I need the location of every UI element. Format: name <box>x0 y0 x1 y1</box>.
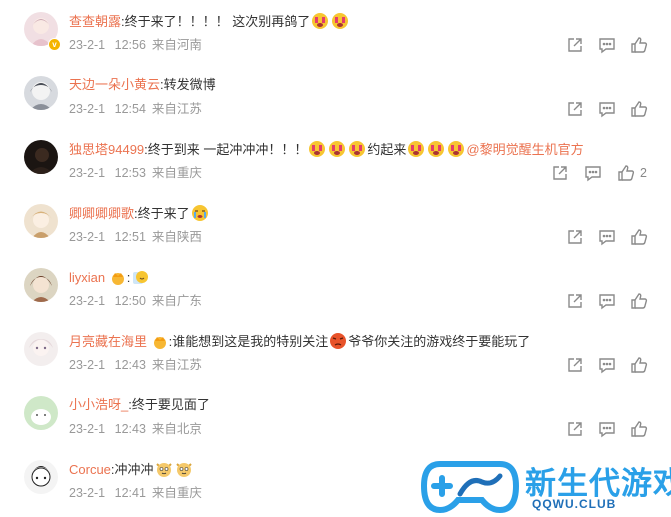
username-link[interactable]: 小小浩呀_ <box>69 397 128 412</box>
comment-content: 独思塔94499:终于到来 一起冲冲冲！！！ 约起来 @黎明觉醒生机官方 <box>69 140 584 163</box>
crying-emoji-icon <box>328 140 346 163</box>
crying-emoji-icon <box>311 12 329 35</box>
comment-icon[interactable] <box>584 164 602 182</box>
crown-badge-icon <box>152 334 168 355</box>
crying-emoji-icon <box>331 12 349 35</box>
username-link[interactable]: 卿卿卿卿歌 <box>69 206 134 221</box>
tears-emoji-icon <box>191 204 209 227</box>
comment-icon[interactable] <box>598 100 616 118</box>
thumbs-up-icon[interactable] <box>630 100 648 118</box>
comment-content: 小小浩呀_:终于要见面了 <box>69 397 210 412</box>
share-icon[interactable] <box>566 356 584 374</box>
comment-row: 卿卿卿卿歌:终于来了 23-2-1 12:51 来自陕西 <box>0 192 671 256</box>
comment-content: Corcue:冲冲冲 <box>69 460 194 483</box>
comment-content: 月亮藏在海里 :谁能想到这是我的特别关注 爷爷你关注的游戏终于要能玩了 <box>69 332 530 355</box>
thumbs-up-icon[interactable] <box>630 356 648 374</box>
comment-text: 爷爷你关注的游戏终于要能玩了 <box>348 334 531 349</box>
share-icon[interactable] <box>566 100 584 118</box>
comment-text: 谁能想到这是我的特别关注 <box>172 334 329 349</box>
avatar[interactable] <box>24 204 58 238</box>
avatar[interactable] <box>24 332 58 366</box>
share-icon[interactable] <box>566 228 584 246</box>
comment-content: 天边一朵小黄云:转发微博 <box>69 77 216 92</box>
comment-row: liyxian : 23-2-1 12:50 来自广东 <box>0 256 671 320</box>
watermark-subtitle: QQWU.CLUB <box>532 497 617 511</box>
comment-text: 终于到来 一起冲冲冲！！！ <box>147 142 308 157</box>
avatar[interactable] <box>24 76 58 110</box>
avatar[interactable] <box>24 140 58 174</box>
avatar[interactable] <box>24 268 58 302</box>
comment-text: 转发微博 <box>163 77 216 92</box>
username-link[interactable]: Corcue <box>69 462 111 477</box>
comment-row: 独思塔94499:终于到来 一起冲冲冲！！！ 约起来 @黎明觉醒生机官方 23-2-… <box>0 128 671 192</box>
thumbs-up-icon[interactable] <box>617 164 635 182</box>
mention-link[interactable]: @黎明觉醒生机官方 <box>466 142 583 157</box>
username-link[interactable]: 月亮藏在海里 <box>69 334 147 349</box>
comment-text: 终于来了！！！！ 这次别再鸽了 <box>124 14 311 29</box>
crying-emoji-icon <box>308 140 326 163</box>
thumbs-up-icon[interactable] <box>630 292 648 310</box>
comment-meta: 23-2-1 12:54 来自江苏 <box>69 102 202 116</box>
comment-meta: 23-2-1 12:43 来自江苏 <box>69 358 202 372</box>
comment-content: 查查朝露:终于来了！！！！ 这次别再鸽了 <box>69 12 350 35</box>
comment-meta: 23-2-1 12:41 来自重庆 <box>69 486 202 500</box>
comment-row: 月亮藏在海里 :谁能想到这是我的特别关注 爷爷你关注的游戏终于要能玩了 23-2-… <box>0 320 671 384</box>
avatar[interactable] <box>24 460 58 494</box>
comment-meta: 23-2-1 12:51 来自陕西 <box>69 230 202 244</box>
verified-badge-icon: v <box>48 38 61 51</box>
comment-text: 约起来 <box>367 142 407 157</box>
share-icon[interactable] <box>566 292 584 310</box>
crying-emoji-icon <box>427 140 445 163</box>
comment-content: liyxian : <box>69 268 150 291</box>
cat-emoji-icon <box>175 460 193 483</box>
crying-emoji-icon <box>447 140 465 163</box>
comment-text: 终于要见面了 <box>131 397 210 412</box>
comment-meta: 23-2-1 12:43 来自北京 <box>69 422 202 436</box>
angry-emoji-icon <box>329 332 347 355</box>
avatar[interactable] <box>24 396 58 430</box>
site-watermark: 新生代游戏 QQWU.CLUB <box>420 456 671 517</box>
comment-icon[interactable] <box>598 420 616 438</box>
share-icon[interactable] <box>551 164 569 182</box>
comment-meta: 23-2-1 12:50 来自广东 <box>69 294 202 308</box>
share-icon[interactable] <box>566 36 584 54</box>
thumbs-up-icon[interactable] <box>630 228 648 246</box>
share-icon[interactable] <box>566 420 584 438</box>
crying-emoji-icon <box>407 140 425 163</box>
comment-row: 天边一朵小黄云:转发微博 23-2-1 12:54 来自江苏 <box>0 64 671 128</box>
thumbs-up-icon[interactable] <box>630 420 648 438</box>
comment-meta: 23-2-1 12:53 来自重庆 <box>69 166 202 180</box>
comment-content: 卿卿卿卿歌:终于来了 <box>69 204 210 227</box>
crown-badge-icon <box>110 270 126 291</box>
username-link[interactable]: 独思塔94499 <box>69 142 144 157</box>
comment-icon[interactable] <box>598 356 616 374</box>
comment-meta: 23-2-1 12:56 来自河南 <box>69 38 202 52</box>
waving-emoji-icon <box>131 268 149 291</box>
crying-emoji-icon <box>348 140 366 163</box>
comment-row: v 查查朝露:终于来了！！！！ 这次别再鸽了 23-2-1 12:56 来自河南 <box>0 0 671 64</box>
comment-icon[interactable] <box>598 228 616 246</box>
comment-text: 冲冲冲 <box>114 462 154 477</box>
cat-emoji-icon <box>155 460 173 483</box>
comment-icon[interactable] <box>598 292 616 310</box>
comment-text: 终于来了 <box>137 206 190 221</box>
gamepad-logo-icon <box>420 461 520 514</box>
username-link[interactable]: 天边一朵小黄云 <box>69 77 160 92</box>
username-link[interactable]: 查查朝露 <box>69 14 121 29</box>
thumbs-up-icon[interactable] <box>630 36 648 54</box>
comment-row: 小小浩呀_:终于要见面了 23-2-1 12:43 来自北京 <box>0 384 671 448</box>
username-link[interactable]: liyxian <box>69 270 105 285</box>
like-count: 2 <box>640 166 647 180</box>
comment-icon[interactable] <box>598 36 616 54</box>
